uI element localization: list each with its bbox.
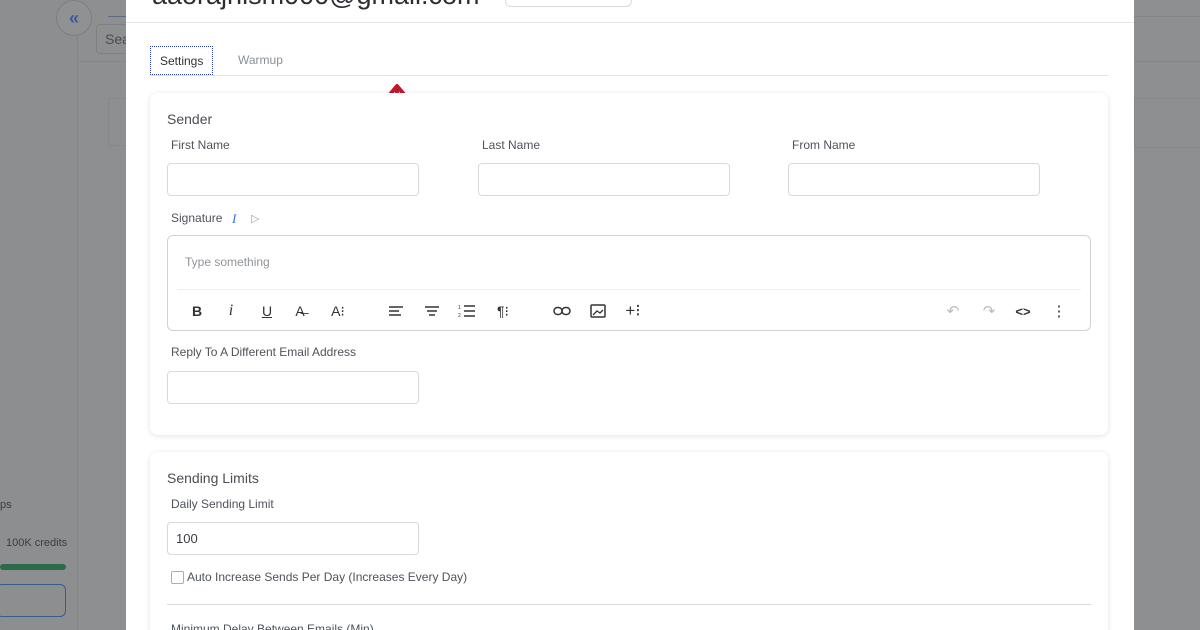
align-left-icon[interactable] xyxy=(386,300,406,322)
align-center-icon[interactable] xyxy=(422,300,442,322)
redo-icon[interactable]: ↷ xyxy=(979,300,999,322)
play-triangle-icon[interactable]: ▷ xyxy=(251,212,259,225)
image-icon[interactable] xyxy=(588,300,608,322)
background-right-divider xyxy=(1134,16,1200,17)
from-name-label: From Name xyxy=(792,138,856,152)
last-name-label: Last Name xyxy=(482,138,541,152)
background-sidebar xyxy=(0,0,78,630)
first-name-label: First Name xyxy=(171,138,230,152)
header-divider xyxy=(126,22,1134,23)
bold-icon[interactable]: B xyxy=(187,300,207,322)
signature-editor[interactable]: Type something B i U A̶ A⁝ 12 ¶⁝ +⁝ ↶ ↷ … xyxy=(167,235,1091,331)
credits-progress-bar xyxy=(0,564,66,570)
background-tab-underline xyxy=(108,16,128,17)
italic-i-icon[interactable]: I xyxy=(232,211,236,227)
daily-limit-field[interactable]: 100 xyxy=(167,522,419,555)
editor-toolbar-divider xyxy=(177,289,1081,290)
reply-to-field[interactable] xyxy=(167,371,419,404)
background-credits-text: 100K credits xyxy=(6,537,68,549)
background-left-panel xyxy=(108,98,128,146)
sender-card: Sender First Name Last Name From Name Si… xyxy=(150,93,1108,435)
auto-increase-checkbox[interactable] xyxy=(171,571,184,584)
font-size-icon[interactable]: A⁝ xyxy=(328,300,348,322)
svg-text:1: 1 xyxy=(458,305,461,311)
last-name-field[interactable] xyxy=(478,163,730,196)
italic-icon[interactable]: i xyxy=(221,300,241,322)
clear-format-icon[interactable]: A̶ xyxy=(290,300,310,322)
background-right-panel xyxy=(1134,98,1200,148)
sending-limits-title: Sending Limits xyxy=(167,470,259,486)
limits-divider xyxy=(167,604,1091,605)
editor-placeholder: Type something xyxy=(185,255,270,269)
from-name-field[interactable] xyxy=(788,163,1040,196)
tab-warmup[interactable]: Warmup xyxy=(229,46,292,75)
reply-to-label: Reply To A Different Email Address xyxy=(171,345,356,359)
tab-settings[interactable]: Settings xyxy=(150,46,214,75)
ordered-list-icon[interactable]: 12 xyxy=(457,300,477,322)
first-name-field[interactable] xyxy=(167,163,419,196)
signature-label: Signature xyxy=(171,211,223,225)
insert-icon[interactable]: +⁝ xyxy=(623,300,643,322)
svg-text:2: 2 xyxy=(458,313,461,318)
more-options-icon[interactable]: ⋮ xyxy=(1049,300,1069,322)
sender-section-title: Sender xyxy=(167,111,213,127)
double-chevron-left-icon: « xyxy=(68,7,79,28)
undo-icon[interactable]: ↶ xyxy=(943,300,963,322)
sending-limits-card: Sending Limits Daily Sending Limit 100 A… xyxy=(150,452,1108,630)
underline-icon[interactable]: U xyxy=(257,300,277,322)
background-apps-text: ps xyxy=(0,499,12,511)
status-pill xyxy=(505,0,632,7)
link-icon[interactable] xyxy=(552,300,572,322)
auto-increase-label: Auto Increase Sends Per Day (Increases E… xyxy=(187,570,468,584)
background-upgrade-button[interactable] xyxy=(0,584,66,617)
tab-bar: Settings Warmup xyxy=(150,46,1108,76)
email-account-modal: aaorajnism000@gmail.com Settings Warmup … xyxy=(126,0,1134,630)
collapse-sidebar-button[interactable]: « xyxy=(56,0,92,36)
code-view-icon[interactable]: <> xyxy=(1013,300,1033,322)
paragraph-icon[interactable]: ¶⁝ xyxy=(493,300,513,322)
min-delay-label: Minimum Delay Between Emails (Min) xyxy=(171,622,374,630)
daily-limit-label: Daily Sending Limit xyxy=(171,497,274,511)
modal-title: aaorajnism000@gmail.com xyxy=(152,0,480,11)
